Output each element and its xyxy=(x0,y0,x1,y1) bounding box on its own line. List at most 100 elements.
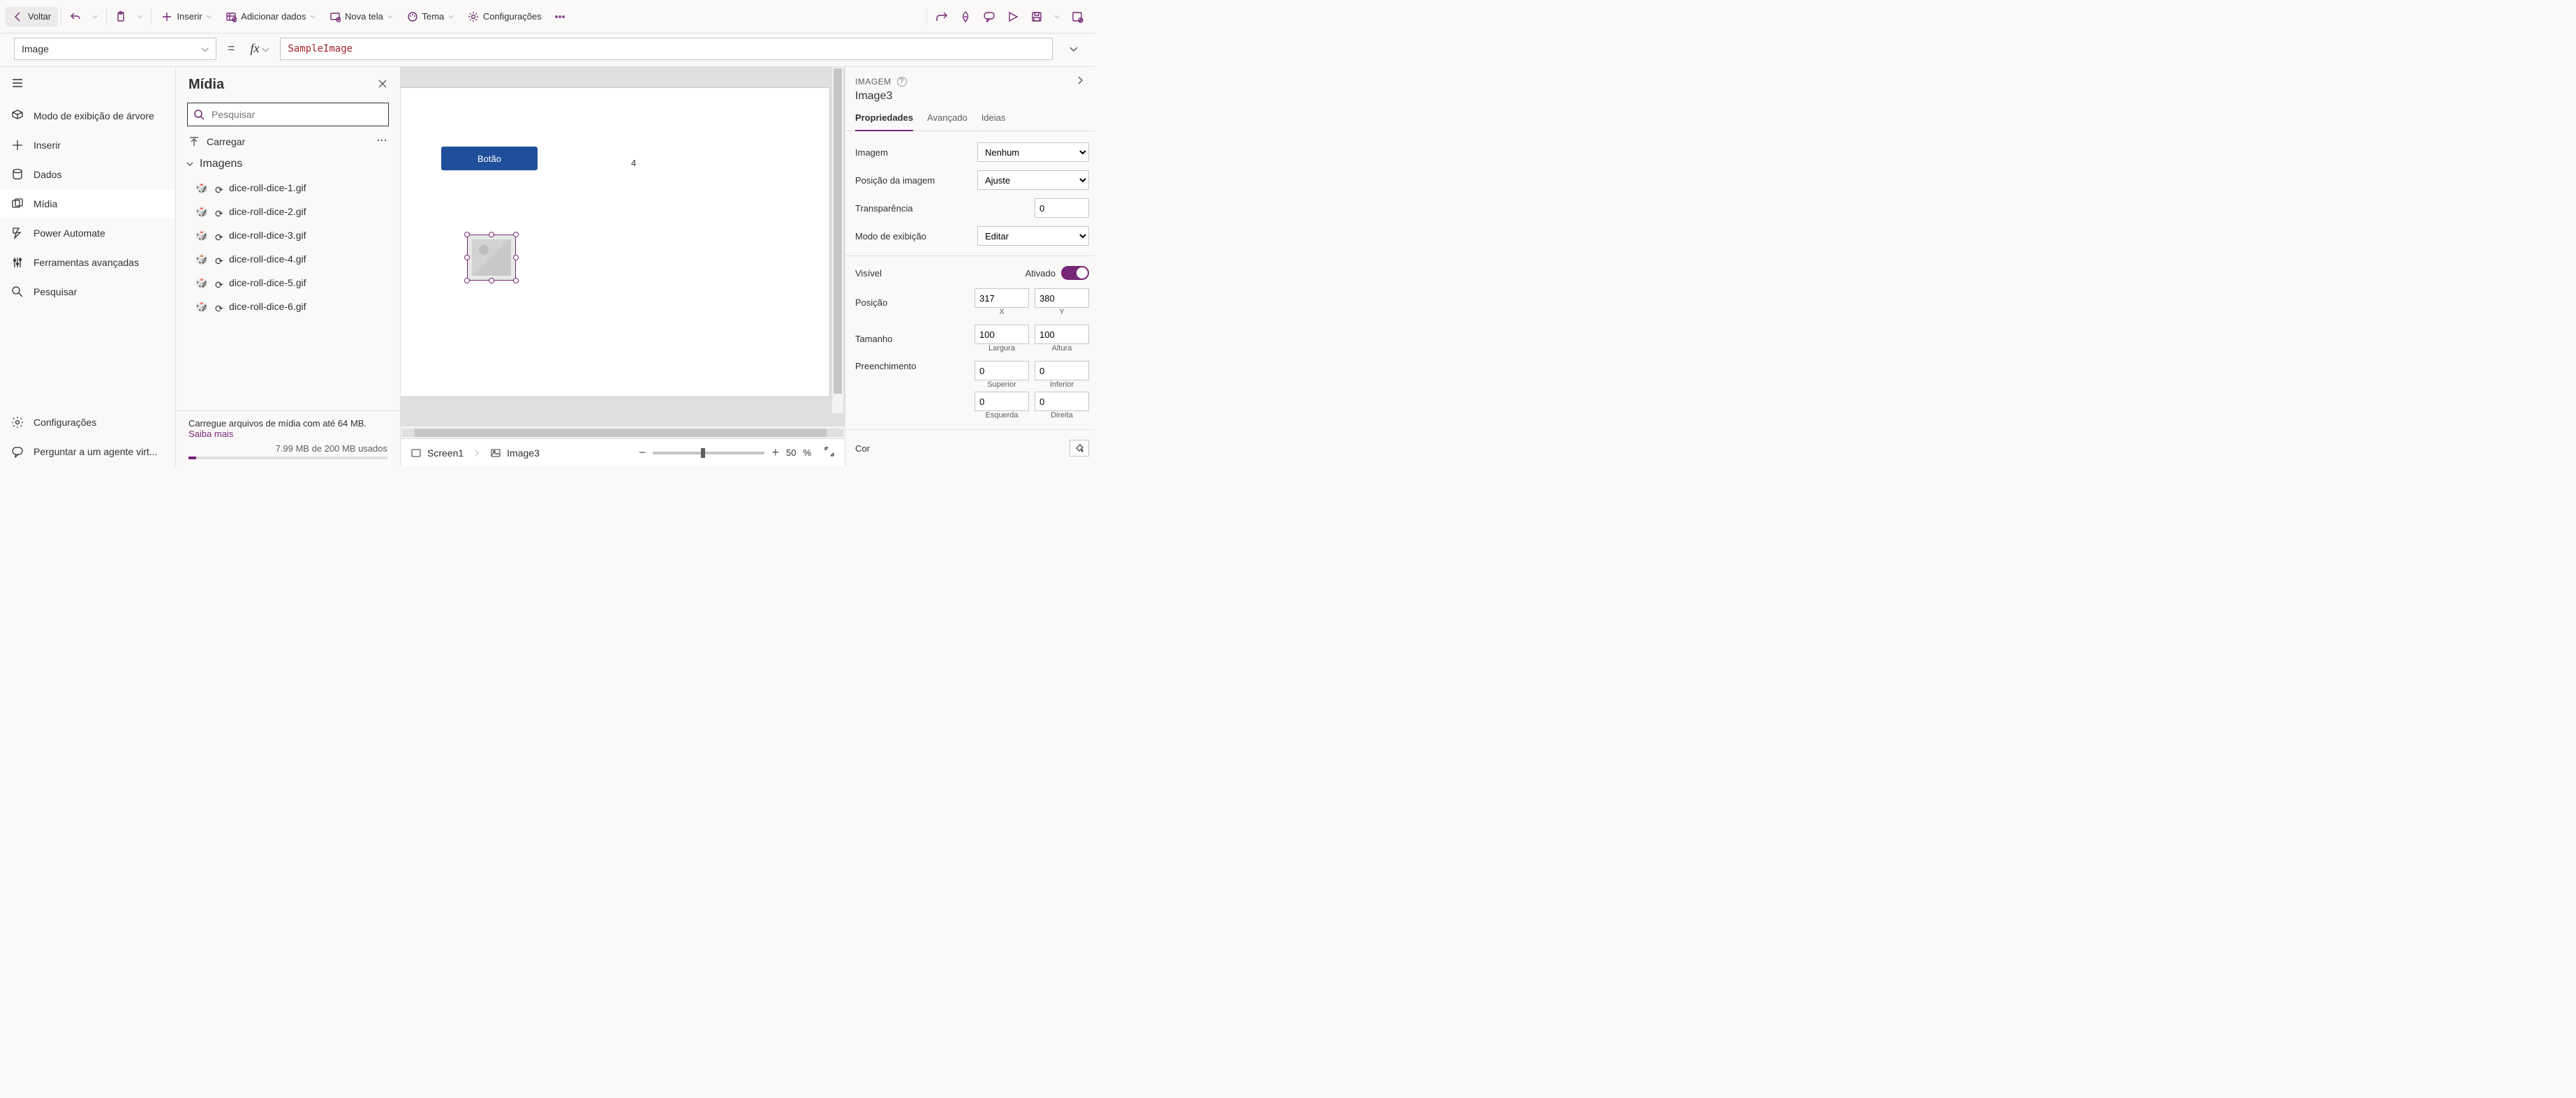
help-icon[interactable]: ? xyxy=(897,77,907,87)
media-group-images[interactable]: Imagens xyxy=(176,152,400,176)
prop-visible-toggle[interactable] xyxy=(1061,266,1089,280)
zoom-out-button[interactable]: − xyxy=(639,445,646,460)
learn-more-link[interactable]: Saiba mais xyxy=(188,429,233,439)
back-button[interactable]: Voltar xyxy=(6,7,58,27)
leftrail-media[interactable]: Mídia xyxy=(0,189,175,218)
media-file[interactable]: 🎲⟳dice-roll-dice-4.gif xyxy=(176,247,400,271)
leftrail-label: Perguntar a um agente virt... xyxy=(34,446,157,457)
canvas-button-control[interactable]: Botão xyxy=(441,147,538,170)
preview-button[interactable] xyxy=(1001,6,1025,27)
leftrail-settings[interactable]: Configurações xyxy=(0,408,175,437)
insert-button[interactable]: Inserir ⌵ xyxy=(154,7,219,27)
save-split-button[interactable]: ⌵ xyxy=(1049,8,1065,24)
formula-input[interactable]: SampleImage xyxy=(280,38,1053,60)
tab-advanced[interactable]: Avançado xyxy=(927,107,968,131)
resize-handle[interactable] xyxy=(513,255,519,260)
canvas-image-control-selected[interactable] xyxy=(467,235,516,281)
prop-pane-expand-button[interactable] xyxy=(1075,75,1085,87)
leftrail-label: Inserir xyxy=(34,140,61,151)
prop-padding-right-input[interactable] xyxy=(1035,392,1089,411)
media-search-box[interactable] xyxy=(187,103,389,126)
prop-position-y-input[interactable] xyxy=(1035,288,1089,308)
leftrail-data[interactable]: Dados xyxy=(0,160,175,189)
prop-padding-left-input[interactable] xyxy=(975,392,1029,411)
leftrail-search[interactable]: Pesquisar xyxy=(0,277,175,306)
prop-position-x-input[interactable] xyxy=(975,288,1029,308)
prop-transparency-input[interactable] xyxy=(1035,198,1089,218)
prop-padding-top-input[interactable] xyxy=(975,361,1029,380)
resize-handle[interactable] xyxy=(464,278,470,283)
sub-label: Y xyxy=(1059,308,1064,316)
zoom-in-button[interactable]: + xyxy=(771,445,779,460)
resize-handle[interactable] xyxy=(489,278,494,283)
media-file[interactable]: 🎲⟳dice-roll-dice-3.gif xyxy=(176,223,400,247)
vertical-scrollbar[interactable] xyxy=(832,67,843,413)
media-pane-close-button[interactable] xyxy=(378,79,387,91)
image-placeholder-icon xyxy=(472,239,511,276)
media-search-input[interactable] xyxy=(210,108,383,121)
file-thumb-icon: 🎲 xyxy=(195,229,208,242)
leftrail-label: Ferramentas avançadas xyxy=(34,257,139,268)
hamburger-button[interactable] xyxy=(0,67,175,101)
resize-handle[interactable] xyxy=(513,232,519,237)
leftrail-insert[interactable]: Inserir xyxy=(0,131,175,160)
leftrail-power-automate[interactable]: Power Automate xyxy=(0,218,175,248)
media-more-button[interactable] xyxy=(376,135,387,148)
prop-color-picker[interactable] xyxy=(1069,440,1089,457)
prop-pane-body: Imagem Nenhum Posição da imagem Ajuste T… xyxy=(845,131,1095,466)
prop-size-width-input[interactable] xyxy=(975,325,1029,344)
media-file[interactable]: 🎲⟳dice-roll-dice-5.gif xyxy=(176,271,400,295)
formula-expand-button[interactable] xyxy=(1060,38,1088,60)
breadcrumb-screen[interactable]: Screen1 xyxy=(410,447,464,459)
tab-ideas[interactable]: Ideias xyxy=(982,107,1006,131)
media-file[interactable]: 🎲⟳dice-roll-dice-2.gif xyxy=(176,200,400,223)
prop-image-position-select[interactable]: Ajuste xyxy=(977,170,1089,190)
publish-button[interactable] xyxy=(1065,6,1089,27)
canvas-screen[interactable]: Botão 4 xyxy=(401,88,829,396)
footer-text: Carregue arquivos de mídia com até 64 MB… xyxy=(188,418,367,429)
zoom-slider[interactable] xyxy=(653,452,764,454)
property-selector[interactable]: Image ⌵ xyxy=(14,38,216,60)
leftrail-adv-tools[interactable]: Ferramentas avançadas xyxy=(0,248,175,277)
chevron-down-icon xyxy=(186,160,194,168)
canvas-label-control[interactable]: 4 xyxy=(631,158,636,168)
media-file[interactable]: 🎲⟳dice-roll-dice-6.gif xyxy=(176,295,400,318)
leftrail-tree-view[interactable]: Modo de exibição de árvore xyxy=(0,101,175,131)
checker-button[interactable] xyxy=(954,6,977,27)
tab-properties[interactable]: Propriedades xyxy=(855,107,913,131)
leftrail-ask-agent[interactable]: Perguntar a um agente virt... xyxy=(0,437,175,466)
file-name: dice-roll-dice-4.gif xyxy=(229,253,306,265)
prop-display-mode-select[interactable]: Editar xyxy=(977,226,1089,246)
fit-to-window-button[interactable] xyxy=(824,446,835,459)
prop-image-select[interactable]: Nenhum xyxy=(977,142,1089,162)
resize-handle[interactable] xyxy=(489,232,494,237)
overflow-button[interactable] xyxy=(549,7,571,27)
save-button[interactable] xyxy=(1025,6,1049,27)
breadcrumb-control[interactable]: Image3 xyxy=(490,447,540,459)
undo-split-button[interactable]: ⌵ xyxy=(87,8,103,24)
resize-handle[interactable] xyxy=(464,232,470,237)
media-file[interactable]: 🎲⟳dice-roll-dice-1.gif xyxy=(176,176,400,200)
media-upload-button[interactable]: Carregar xyxy=(188,136,245,147)
property-selector-value: Image xyxy=(22,43,49,54)
canvas-viewport[interactable]: Botão 4 xyxy=(401,67,845,426)
prop-padding-bottom-input[interactable] xyxy=(1035,361,1089,380)
add-data-button[interactable]: Adicionar dados ⌵ xyxy=(219,7,323,27)
comments-button[interactable] xyxy=(977,6,1001,27)
paste-split-button[interactable]: ⌵ xyxy=(132,8,149,24)
horizontal-scrollbar[interactable] xyxy=(401,426,845,438)
new-screen-button[interactable]: Nova tela ⌵ xyxy=(323,7,400,27)
left-rail: Modo de exibição de árvore Inserir Dados… xyxy=(0,67,176,466)
loading-icon: ⟳ xyxy=(215,303,222,310)
prop-size-height-input[interactable] xyxy=(1035,325,1089,344)
loading-icon: ⟳ xyxy=(215,279,222,286)
share-button[interactable] xyxy=(930,6,954,27)
sub-label: Superior xyxy=(987,380,1016,389)
paste-button[interactable] xyxy=(110,7,132,27)
fx-button[interactable]: fx ⌵ xyxy=(246,41,274,56)
undo-button[interactable] xyxy=(64,7,87,27)
settings-button[interactable]: Configurações xyxy=(461,7,549,27)
resize-handle[interactable] xyxy=(513,278,519,283)
resize-handle[interactable] xyxy=(464,255,470,260)
theme-button[interactable]: Tema ⌵ xyxy=(400,7,461,27)
